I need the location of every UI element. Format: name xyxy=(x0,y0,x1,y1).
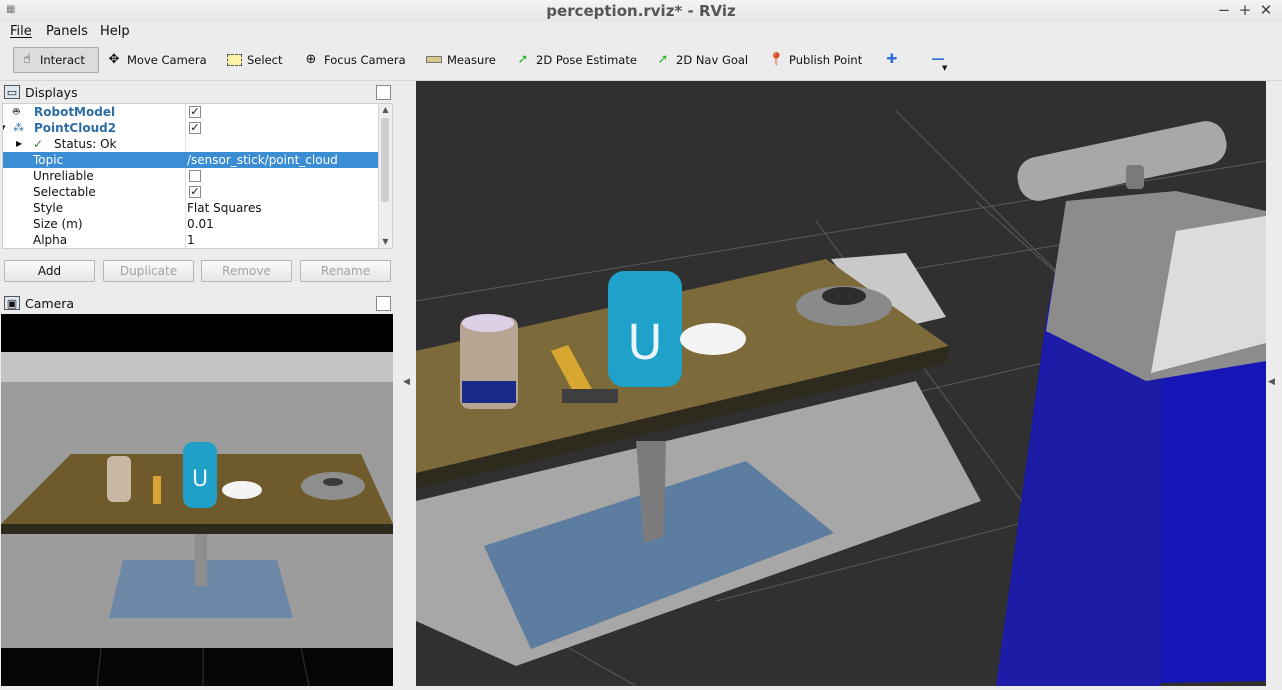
svg-text:U: U xyxy=(192,467,208,492)
displays-panel-header: ▭ Displays xyxy=(0,82,393,102)
property-name: Unreliable xyxy=(33,169,94,183)
tool-publish-point[interactable]: 📍︎ Publish Point xyxy=(763,47,867,73)
tool-interact[interactable]: ☝ Interact xyxy=(13,47,99,73)
status-ok-icon: ✓ xyxy=(33,137,44,151)
display-name: RobotModel xyxy=(34,105,116,119)
tool-bar: ☝ Interact ✥ Move Camera Select ⊕ Focus … xyxy=(0,42,1282,81)
svg-text:U: U xyxy=(627,315,662,371)
menu-file[interactable]: File xyxy=(10,24,32,39)
menu-panels[interactable]: Panels xyxy=(46,24,88,39)
robot-icon: 🤖︎ xyxy=(13,105,20,118)
collapse-left-arrow-icon[interactable]: ◀ xyxy=(403,377,410,387)
display-enabled-checkbox[interactable]: ✓ xyxy=(189,122,201,134)
remove-display-button[interactable]: Remove xyxy=(201,260,292,282)
scroll-up-icon[interactable]: ▲ xyxy=(379,104,392,116)
map-pin-icon: 📍︎ xyxy=(768,52,785,67)
displays-panel-title: Displays xyxy=(25,84,78,100)
displays-tree: 🤖︎ RobotModel ✓ ▾ ⁂ PointCloud2 ✓ ▶ ✓ St… xyxy=(2,103,393,249)
tree-row-pointcloud2[interactable]: ▾ ⁂ PointCloud2 ✓ xyxy=(3,120,380,136)
scroll-down-icon[interactable]: ▼ xyxy=(379,236,392,248)
render-3d-view[interactable]: U xyxy=(416,81,1266,686)
maximize-button[interactable]: + xyxy=(1236,1,1254,19)
display-name: PointCloud2 xyxy=(34,121,117,135)
camera-icon: ▣ xyxy=(4,296,20,310)
add-display-button[interactable]: Add xyxy=(4,260,95,282)
select-icon xyxy=(226,52,242,68)
tree-row-status[interactable]: ▶ ✓ Status: Ok xyxy=(3,136,380,152)
property-value[interactable]: 1 xyxy=(187,232,195,248)
pointcloud-icon: ⁂ xyxy=(13,121,24,134)
move-icon: ✥ xyxy=(108,52,120,67)
focus-icon: ⊕ xyxy=(305,52,317,67)
property-value[interactable]: Flat Squares xyxy=(187,200,262,216)
tool-measure[interactable]: Measure xyxy=(421,47,501,73)
render-3d-scene: U xyxy=(416,110,1266,686)
tool-select[interactable]: Select xyxy=(221,47,287,73)
property-name: Topic xyxy=(33,153,64,167)
add-tool-button[interactable]: ✚ xyxy=(879,47,905,73)
tree-row-robotmodel[interactable]: 🤖︎ RobotModel ✓ xyxy=(3,104,380,120)
tool-move-camera[interactable]: ✥ Move Camera xyxy=(101,47,212,73)
window-titlebar: ▦ perception.rviz* - RViz − + ✕ xyxy=(0,0,1282,23)
camera-image-view[interactable]: U xyxy=(1,314,393,686)
close-window-button[interactable]: ✕ xyxy=(1257,1,1275,19)
tool-label: Move Camera xyxy=(127,53,207,67)
tool-2d-nav-goal[interactable]: ➚ 2D Nav Goal xyxy=(650,47,753,73)
menu-bar: File Panels Help xyxy=(0,22,1282,42)
property-value[interactable]: 0.01 xyxy=(187,216,214,232)
tree-row-style[interactable]: Style Flat Squares xyxy=(3,200,380,216)
display-enabled-checkbox[interactable]: ✓ xyxy=(189,106,201,118)
tool-label: Publish Point xyxy=(789,53,863,67)
green-arrow-icon: ➚ xyxy=(517,52,529,67)
tree-scrollbar[interactable]: ▲ ▼ xyxy=(378,104,392,248)
tool-2d-pose-estimate[interactable]: ➚ 2D Pose Estimate xyxy=(510,47,642,73)
camera-scene: U xyxy=(1,314,393,686)
tool-label: Focus Camera xyxy=(324,53,406,67)
tool-label: Measure xyxy=(447,53,496,67)
tree-row-unreliable[interactable]: Unreliable xyxy=(3,168,380,184)
hand-icon: ☝ xyxy=(23,52,31,67)
menu-help[interactable]: Help xyxy=(100,24,130,39)
property-name: Style xyxy=(33,201,64,215)
tool-focus-camera[interactable]: ⊕ Focus Camera xyxy=(298,47,411,73)
property-name: Selectable xyxy=(33,185,96,199)
tool-label: Select xyxy=(247,53,283,67)
tree-row-topic[interactable]: Topic /sensor_stick/point_cloud xyxy=(3,152,380,168)
window-title: perception.rviz* - RViz xyxy=(546,2,736,20)
expanded-arrow-icon[interactable]: ▾ xyxy=(3,120,6,136)
monitor-icon: ▭ xyxy=(4,85,20,99)
tool-label: 2D Nav Goal xyxy=(676,53,749,67)
dropdown-arrow-icon: ▼ xyxy=(942,64,948,72)
green-arrow-icon: ➚ xyxy=(657,52,669,67)
rename-display-button[interactable]: Rename xyxy=(300,260,391,282)
tool-label: 2D Pose Estimate xyxy=(536,53,637,67)
panel-undock-button[interactable] xyxy=(376,296,391,311)
property-name: Size (m) xyxy=(33,217,83,231)
camera-panel-title: Camera xyxy=(25,295,75,311)
minimize-button[interactable]: − xyxy=(1215,1,1233,19)
remove-tool-button[interactable]: — ▼ xyxy=(925,47,951,73)
panel-undock-button[interactable] xyxy=(376,85,391,100)
plus-icon: ✚ xyxy=(886,52,898,67)
status-text: Status: Ok xyxy=(54,137,117,151)
scrollbar-thumb[interactable] xyxy=(381,118,389,202)
tree-row-size[interactable]: Size (m) 0.01 xyxy=(3,216,380,232)
property-value[interactable]: /sensor_stick/point_cloud xyxy=(187,152,338,168)
camera-panel-header: ▣ Camera xyxy=(0,293,393,313)
property-checkbox[interactable]: ✓ xyxy=(189,186,201,198)
ruler-icon xyxy=(426,52,442,68)
tree-row-alpha[interactable]: Alpha 1 xyxy=(3,232,380,248)
tree-row-selectable[interactable]: Selectable ✓ xyxy=(3,184,380,200)
duplicate-display-button[interactable]: Duplicate xyxy=(103,260,194,282)
property-checkbox[interactable] xyxy=(189,170,201,182)
tool-label: Interact xyxy=(40,53,85,67)
collapse-right-arrow-icon[interactable]: ◀ xyxy=(1268,377,1275,387)
collapsed-arrow-icon[interactable]: ▶ xyxy=(16,136,22,152)
property-name: Alpha xyxy=(33,233,68,247)
